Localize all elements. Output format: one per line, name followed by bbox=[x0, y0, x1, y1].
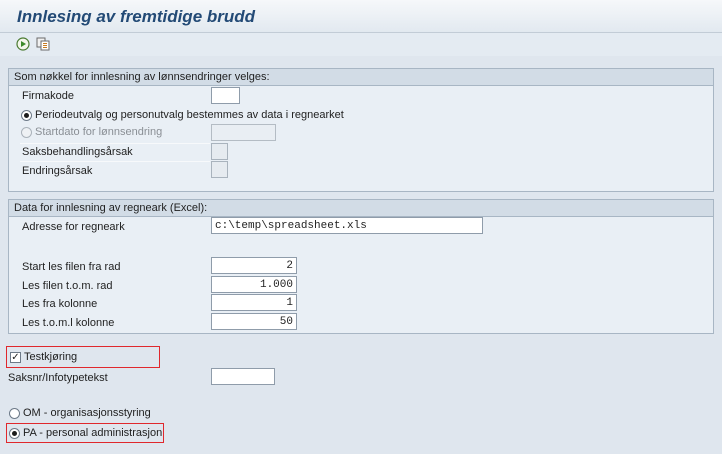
radio-om-label: OM - organisasjonsstyring bbox=[23, 407, 151, 419]
radio-periodeutvalg[interactable] bbox=[21, 110, 32, 121]
firmakode-field[interactable] bbox=[211, 87, 240, 104]
saksbehandlingsarsak-label: Saksbehandlingsårsak bbox=[22, 146, 133, 158]
radio-startdato[interactable] bbox=[21, 127, 32, 138]
radio-pa[interactable] bbox=[9, 428, 20, 439]
radio-periodeutvalg-label: Periodeutvalg og personutvalg bestemmes … bbox=[35, 109, 344, 121]
group-title: Som nøkkel for innlesning av lønnsendrin… bbox=[9, 69, 713, 86]
adresse-label: Adresse for regneark bbox=[22, 221, 125, 233]
start-rad-label: Start les filen fra rad bbox=[22, 261, 121, 273]
saksnr-field[interactable] bbox=[211, 368, 275, 385]
start-rad-field[interactable]: 2 bbox=[211, 257, 297, 274]
fra-kolonne-field[interactable]: 1 bbox=[211, 294, 297, 311]
til-rad-field[interactable]: 1.000 bbox=[211, 276, 297, 293]
endringsarsak-label: Endringsårsak bbox=[22, 165, 93, 177]
saksnr-label: Saksnr/Infotypetekst bbox=[8, 372, 108, 384]
saksbehandlingsarsak-field[interactable] bbox=[211, 143, 228, 160]
separator bbox=[20, 143, 210, 144]
radio-om[interactable] bbox=[9, 408, 20, 419]
execute-icon[interactable] bbox=[16, 37, 30, 51]
til-kolonne-label: Les t.o.m.l kolonne bbox=[22, 317, 115, 329]
application-toolbar bbox=[0, 33, 722, 56]
testkjoring-checkbox[interactable]: ✓ bbox=[10, 352, 21, 363]
radio-pa-label: PA - personal administrasjon bbox=[23, 427, 163, 439]
til-kolonne-field[interactable]: 50 bbox=[211, 313, 297, 330]
page-title: Innlesing av fremtidige brudd bbox=[17, 7, 256, 26]
separator bbox=[20, 161, 210, 162]
group-title: Data for innlesning av regneark (Excel): bbox=[9, 200, 713, 217]
endringsarsak-field[interactable] bbox=[211, 161, 228, 178]
startdato-field[interactable] bbox=[211, 124, 276, 141]
til-rad-label: Les filen t.o.m. rad bbox=[22, 280, 113, 292]
radio-startdato-label: Startdato for lønnsendring bbox=[35, 126, 163, 138]
firmakode-label: Firmakode bbox=[22, 90, 74, 102]
title-bar: Innlesing av fremtidige brudd bbox=[0, 0, 722, 33]
fra-kolonne-label: Les fra kolonne bbox=[22, 298, 98, 310]
adresse-field[interactable]: c:\temp\spreadsheet.xls bbox=[211, 217, 483, 234]
testkjoring-label: Testkjøring bbox=[24, 351, 78, 363]
variants-icon[interactable] bbox=[36, 37, 50, 51]
